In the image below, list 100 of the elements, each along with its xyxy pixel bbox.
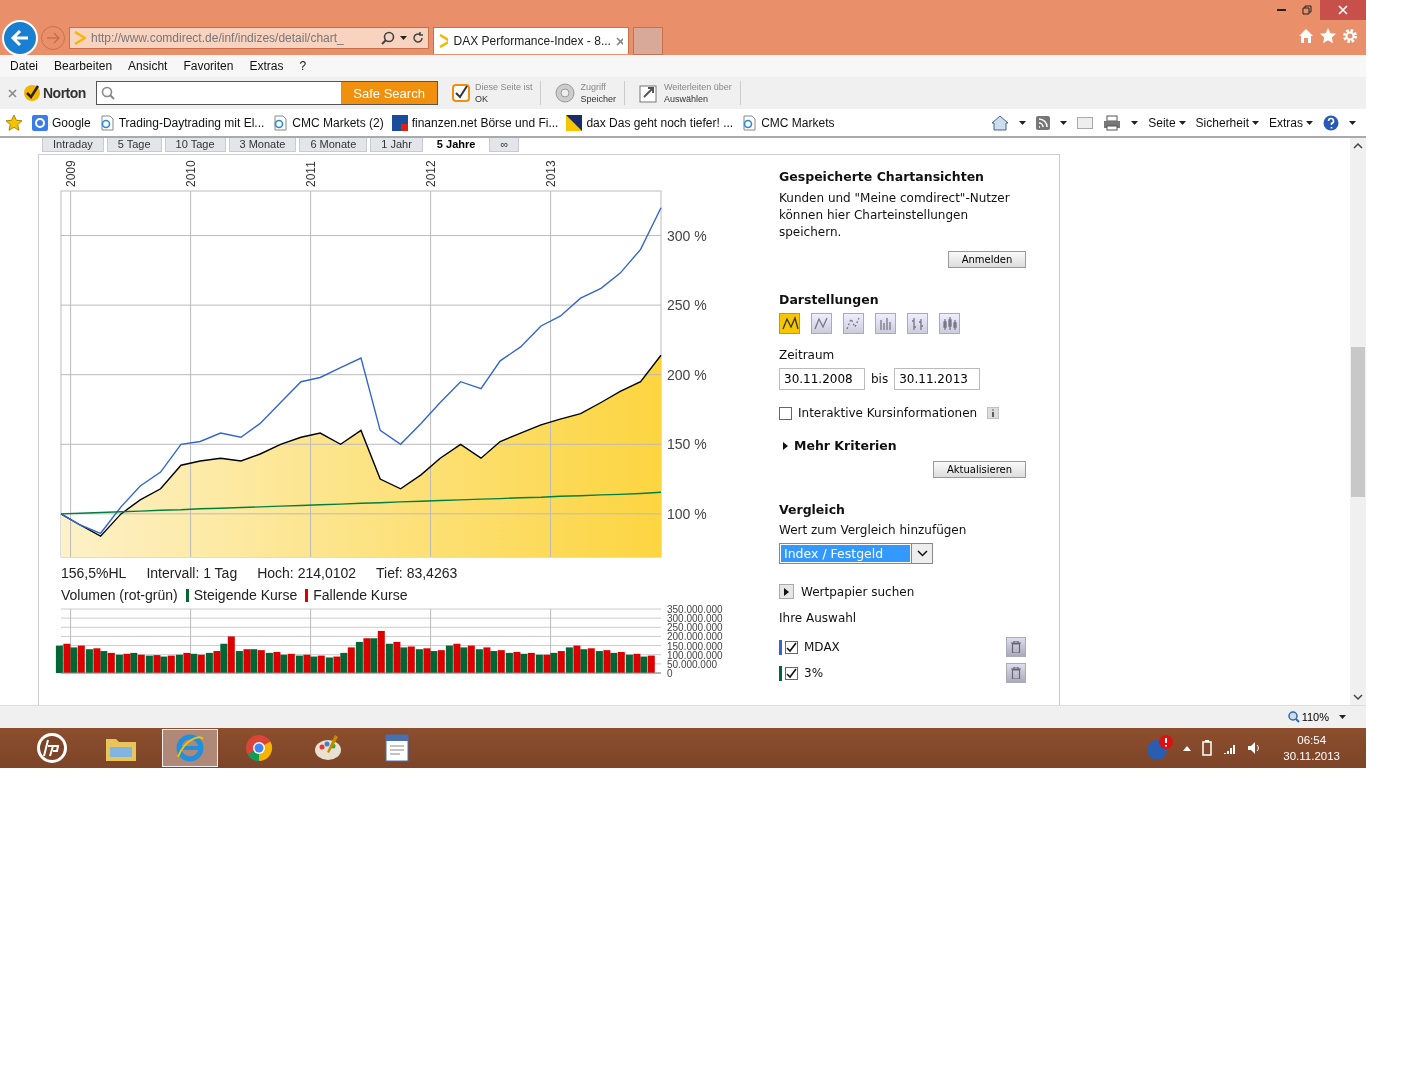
update-button[interactable]: Aktualisieren (933, 461, 1026, 478)
period-tab[interactable]: Intraday (42, 138, 104, 152)
rss-icon[interactable] (1036, 115, 1051, 130)
chart-type-button[interactable] (939, 313, 960, 334)
expand-button[interactable] (779, 584, 794, 599)
delete-button[interactable] (1006, 637, 1026, 657)
printer-icon[interactable] (1103, 114, 1122, 131)
chevron-down-icon (916, 550, 928, 557)
section-title: Vergleich (779, 502, 846, 517)
command-menu[interactable]: Extras (1269, 115, 1313, 130)
favorite-link[interactable]: CMC Markets (741, 114, 835, 131)
chevron-icon (439, 34, 449, 48)
menu-item[interactable]: ? (299, 59, 307, 73)
menu-item[interactable]: Datei (10, 59, 38, 73)
chart-stat: Tief: 83,4263 (376, 565, 458, 581)
settings-icon[interactable] (1342, 28, 1358, 44)
home-icon[interactable] (991, 114, 1010, 131)
clock[interactable]: 06:54 30.11.2013 (1283, 732, 1340, 764)
more-criteria-toggle[interactable]: Mehr Kriterien (783, 438, 1059, 453)
login-button[interactable]: Anmelden (948, 251, 1026, 268)
dropdown-arrow-icon (1339, 715, 1346, 719)
search-link[interactable]: Wertpapier suchen (801, 584, 915, 599)
signal-icon[interactable] (1223, 742, 1238, 754)
axis-label: 100.000.000 (667, 649, 723, 661)
favorite-link[interactable]: finanzen.net Börse und Fi... (391, 114, 559, 131)
field-label: Ihre Auswahl (779, 611, 858, 625)
command-menu[interactable]: Sicherheit (1195, 115, 1259, 130)
date-field[interactable]: 30.11.2008 (779, 368, 865, 390)
status-text: Auswählen (663, 93, 709, 105)
favorites-star-icon[interactable] (6, 114, 24, 131)
favorite-link[interactable]: Trading-Daytrading mit El... (98, 114, 265, 131)
selection-label: MDAX (804, 640, 841, 654)
favorite-link[interactable]: CMC Markets (2) (272, 114, 384, 131)
scrollbar[interactable] (1350, 138, 1366, 705)
back-arrow-icon (10, 29, 30, 47)
star-icon[interactable] (1320, 28, 1336, 44)
period-tab[interactable]: 1 Jahr (370, 138, 423, 152)
checkbox[interactable] (785, 666, 798, 680)
favorite-link[interactable]: Google (32, 114, 91, 131)
period-tab[interactable]: 3 Monate (228, 138, 297, 152)
dropdown-arrow-icon (400, 36, 407, 40)
chart-type-button[interactable] (811, 313, 832, 334)
refresh-icon (412, 32, 424, 44)
menu-item[interactable]: Ansicht (128, 59, 168, 73)
chevron-icon (74, 31, 86, 45)
triangle-right-icon (783, 441, 788, 450)
axis-label: 150.000.000 (667, 640, 723, 652)
favorite-link[interactable]: dax Das geht noch tiefer! ... (566, 114, 734, 131)
delete-button[interactable] (1006, 663, 1026, 683)
close-button[interactable] (1320, 0, 1366, 20)
checkbox[interactable] (785, 640, 798, 654)
period-tab[interactable]: 5 Tage (106, 138, 162, 152)
dropdown-arrow-icon (1131, 120, 1139, 125)
battery-icon[interactable] (1201, 740, 1214, 756)
norton-logo: Norton (23, 84, 86, 102)
flag-icon (391, 114, 408, 131)
chart-type-button[interactable] (779, 313, 800, 334)
axis-label: 200 % (667, 366, 707, 383)
period-tab[interactable]: ∞ (489, 138, 520, 152)
close-icon[interactable] (8, 88, 17, 98)
mail-icon[interactable] (1077, 116, 1094, 129)
axis-label: 250 % (667, 297, 707, 314)
browser-tab[interactable]: DAX Performance-Index - 8... (433, 27, 629, 54)
info-icon[interactable] (987, 407, 1000, 419)
share-icon (638, 83, 659, 103)
search-icon (381, 31, 395, 45)
menu-item[interactable]: Extras (249, 59, 284, 73)
status-text: Diese Seite ist (474, 81, 533, 93)
checkbox[interactable] (779, 406, 792, 420)
status-text: OK (474, 93, 489, 105)
dropdown-arrow-icon (1252, 120, 1259, 125)
restore-icon (1302, 5, 1312, 15)
zoom-level[interactable]: 110% (1287, 711, 1329, 723)
document-icon (384, 733, 410, 763)
scroll-thumb[interactable] (1351, 346, 1365, 497)
candles-chart-icon (940, 314, 959, 333)
menu-item[interactable]: Favoriten (183, 59, 234, 73)
status-text: Speicher (580, 93, 616, 105)
check-badge-icon (23, 84, 41, 102)
field-label: bis (871, 372, 889, 386)
axis-label: 250.000.000 (667, 622, 723, 634)
menu-item[interactable]: Bearbeiten (54, 59, 113, 73)
chart-stat: 156,5%HL (61, 565, 127, 581)
axis-label: 300 % (667, 227, 707, 244)
period-tab[interactable]: 10 Tage (164, 138, 226, 152)
check-icon (786, 667, 797, 679)
home-icon[interactable] (1298, 28, 1314, 44)
dropdown-arrow-icon (1178, 120, 1186, 125)
triangle-icon (566, 114, 583, 131)
back-button[interactable] (2, 20, 38, 56)
caret-up-icon[interactable] (1183, 745, 1192, 751)
period-tab[interactable]: 6 Monate (299, 138, 368, 152)
dropdown-arrow-icon (1306, 120, 1313, 125)
close-icon[interactable] (615, 36, 623, 46)
date-field[interactable]: 30.11.2013 (894, 368, 981, 390)
speaker-icon[interactable] (1247, 741, 1262, 755)
command-menu[interactable]: Seite (1148, 115, 1186, 130)
page-icon (272, 114, 289, 131)
help-icon[interactable] (1323, 114, 1339, 131)
close-icon (1338, 5, 1348, 15)
